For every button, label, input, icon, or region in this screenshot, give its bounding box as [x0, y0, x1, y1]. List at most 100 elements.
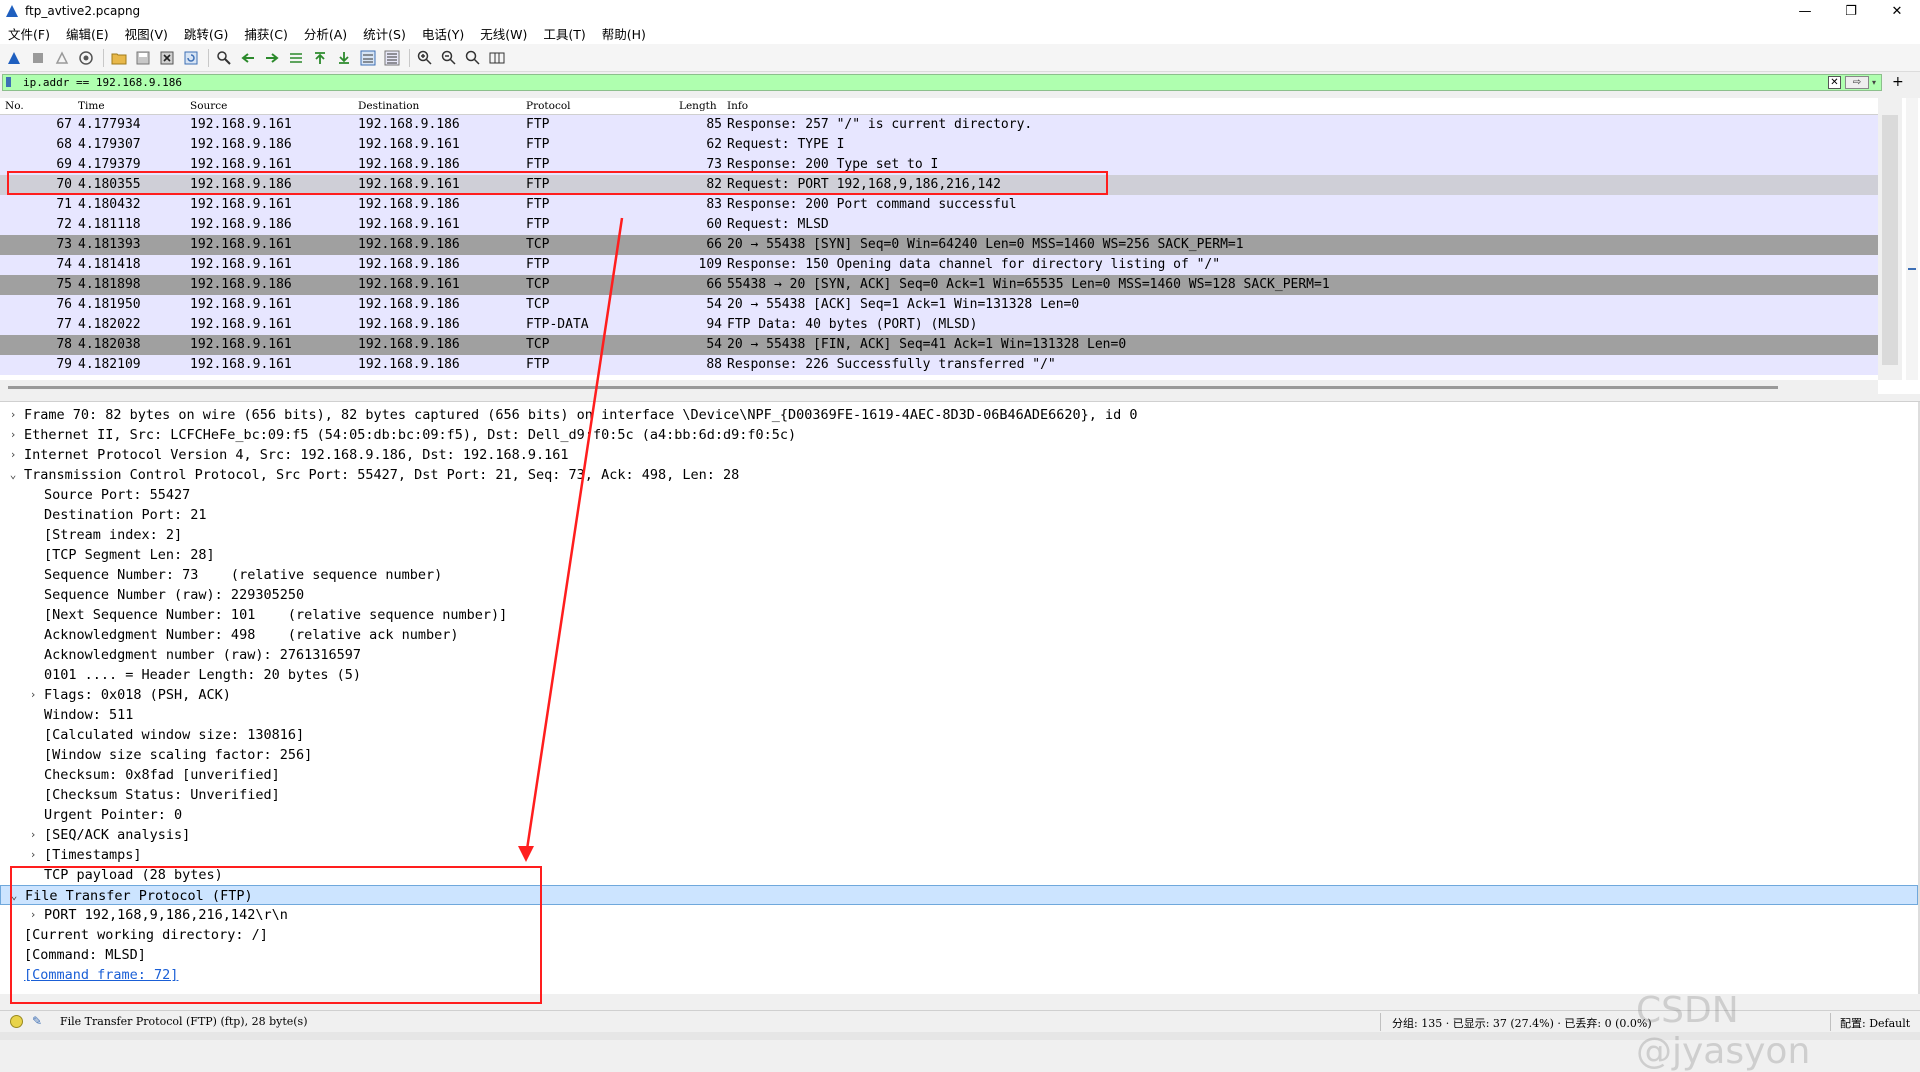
detail-tree-item[interactable]: Source Port: 55427 [0, 485, 1918, 505]
detail-tree-item[interactable]: › Internet Protocol Version 4, Src: 192.1… [0, 445, 1918, 465]
apply-filter-button[interactable]: ⇨ [1845, 76, 1869, 89]
packet-row[interactable]: 76 4.181950 192.168.9.161 192.168.9.186 TCP 5… [0, 295, 1878, 315]
go-forward-icon[interactable] [262, 48, 282, 68]
close-button[interactable]: ✕ [1874, 0, 1920, 22]
detail-tree-label: [Stream index: 2] [44, 527, 183, 543]
detail-tree-item[interactable]: Destination Port: 21 [0, 505, 1918, 525]
expand-arrow-icon[interactable]: › [26, 845, 40, 865]
packet-row[interactable]: 71 4.180432 192.168.9.161 192.168.9.186 FTP 8… [0, 195, 1878, 215]
detail-tree-item[interactable]: ⌄ Transmission Control Protocol, Src Port… [0, 465, 1918, 485]
detail-tree-item[interactable]: › Ethernet II, Src: LCFCHeFe_bc:09:f5 (54… [0, 425, 1918, 445]
detail-tree-item[interactable]: Window: 511 [0, 705, 1918, 725]
column-header-time[interactable]: Time [78, 100, 105, 112]
detail-tree-item[interactable]: [Next Sequence Number: 101 (relative seq… [0, 605, 1918, 625]
expand-arrow-icon[interactable]: › [26, 685, 40, 705]
go-first-packet-icon[interactable] [310, 48, 330, 68]
menu-capture[interactable]: 捕获(C) [236, 24, 295, 43]
packet-minimap[interactable] [1906, 98, 1918, 380]
filter-bookmark-icon[interactable] [6, 77, 11, 87]
detail-tree-item[interactable]: › [SEQ/ACK analysis] [0, 825, 1918, 845]
detail-tree-item[interactable]: Sequence Number: 73 (relative sequence n… [0, 565, 1918, 585]
detail-tree-item[interactable]: Sequence Number (raw): 229305250 [0, 585, 1918, 605]
menu-go[interactable]: 跳转(G) [176, 24, 236, 43]
detail-tree-item[interactable]: [Window size scaling factor: 256] [0, 745, 1918, 765]
column-header-protocol[interactable]: Protocol [526, 100, 571, 112]
go-last-packet-icon[interactable] [334, 48, 354, 68]
detail-tree-item[interactable]: Acknowledgment number (raw): 2761316597 [0, 645, 1918, 665]
packet-row[interactable]: 73 4.181393 192.168.9.161 192.168.9.186 TCP 6… [0, 235, 1878, 255]
go-back-icon[interactable] [238, 48, 258, 68]
detail-tree-item[interactable]: Urgent Pointer: 0 [0, 805, 1918, 825]
zoom-normal-icon[interactable] [463, 48, 483, 68]
packet-row[interactable]: 75 4.181898 192.168.9.186 192.168.9.161 TCP 6… [0, 275, 1878, 295]
expert-info-icon[interactable] [10, 1015, 23, 1028]
stop-capture-icon[interactable] [28, 48, 48, 68]
detail-tree-item[interactable]: Acknowledgment Number: 498 (relative ack… [0, 625, 1918, 645]
detail-tree-item[interactable]: [Calculated window size: 130816] [0, 725, 1918, 745]
column-header-source[interactable]: Source [190, 100, 227, 112]
save-file-icon[interactable] [133, 48, 153, 68]
packet-source: 192.168.9.186 [190, 277, 292, 292]
start-capture-icon[interactable] [4, 48, 24, 68]
go-to-packet-icon[interactable] [286, 48, 306, 68]
packet-list-scroll-thumb[interactable] [1882, 115, 1898, 365]
detail-tree-item[interactable]: › Frame 70: 82 bytes on wire (656 bits), … [0, 405, 1918, 425]
menu-help[interactable]: 帮助(H) [594, 24, 654, 43]
packet-list-hscrollbar[interactable] [0, 380, 1878, 394]
detail-tree-item[interactable]: Checksum: 0x8fad [unverified] [0, 765, 1918, 785]
packet-time: 4.182038 [78, 337, 141, 352]
clear-filter-icon[interactable]: ✕ [1828, 76, 1841, 89]
menu-view[interactable]: 视图(V) [117, 24, 176, 43]
packet-row[interactable]: 72 4.181118 192.168.9.186 192.168.9.161 FTP 6… [0, 215, 1878, 235]
packet-row[interactable]: 74 4.181418 192.168.9.161 192.168.9.186 FTP 1… [0, 255, 1878, 275]
packet-list-hscroll-thumb[interactable] [8, 386, 1778, 389]
filter-history-dropdown-icon[interactable]: ▾ [1872, 76, 1880, 89]
capture-comment-icon[interactable]: ✎ [32, 1014, 42, 1028]
zoom-in-icon[interactable] [415, 48, 435, 68]
detail-tree-item[interactable]: › Flags: 0x018 (PSH, ACK) [0, 685, 1918, 705]
auto-scroll-icon[interactable] [358, 48, 378, 68]
packet-row[interactable]: 79 4.182109 192.168.9.161 192.168.9.186 FTP 8… [0, 355, 1878, 375]
detail-tree-item[interactable]: › [Timestamps] [0, 845, 1918, 865]
close-file-icon[interactable] [157, 48, 177, 68]
packet-row[interactable]: 67 4.177934 192.168.9.161 192.168.9.186 FTP 8… [0, 115, 1878, 135]
column-header-destination[interactable]: Destination [358, 100, 419, 112]
expand-arrow-icon[interactable]: › [6, 425, 20, 445]
detail-tree-item[interactable]: [TCP Segment Len: 28] [0, 545, 1918, 565]
packet-row[interactable]: 78 4.182038 192.168.9.161 192.168.9.186 TCP 5… [0, 335, 1878, 355]
capture-options-icon[interactable] [76, 48, 96, 68]
menu-wireless[interactable]: 无线(W) [472, 24, 535, 43]
menu-edit[interactable]: 编辑(E) [58, 24, 117, 43]
menu-tools[interactable]: 工具(T) [535, 24, 593, 43]
column-header-length[interactable]: Length [679, 100, 717, 112]
detail-tree-item[interactable]: [Stream index: 2] [0, 525, 1918, 545]
packet-row[interactable]: 77 4.182022 192.168.9.161 192.168.9.186 FTP-… [0, 315, 1878, 335]
menu-file[interactable]: 文件(F) [0, 24, 58, 43]
expand-arrow-icon[interactable]: › [6, 405, 20, 425]
resize-columns-icon[interactable] [487, 48, 507, 68]
reload-file-icon[interactable] [181, 48, 201, 68]
packet-info: Response: 200 Port command successful [727, 197, 1017, 212]
column-header-info[interactable]: Info [727, 100, 748, 112]
display-filter-input[interactable]: ip.addr == 192.168.9.186 [2, 74, 1882, 91]
detail-tree-item[interactable]: 0101 .... = Header Length: 20 bytes (5) [0, 665, 1918, 685]
detail-tree-label: Window: 511 [44, 707, 134, 723]
find-packet-icon[interactable] [214, 48, 234, 68]
menu-analyze[interactable]: 分析(A) [296, 24, 355, 43]
zoom-out-icon[interactable] [439, 48, 459, 68]
column-header-no[interactable]: No. [5, 100, 24, 112]
open-file-icon[interactable] [109, 48, 129, 68]
add-filter-button[interactable]: + [1892, 74, 1904, 90]
minimize-button[interactable]: — [1782, 0, 1828, 22]
packet-row[interactable]: 68 4.179307 192.168.9.186 192.168.9.161 FTP 6… [0, 135, 1878, 155]
collapse-arrow-icon[interactable]: ⌄ [6, 465, 20, 485]
maximize-button[interactable]: ❐ [1828, 0, 1874, 22]
packet-source: 192.168.9.161 [190, 337, 292, 352]
colorize-icon[interactable] [382, 48, 402, 68]
expand-arrow-icon[interactable]: › [26, 825, 40, 845]
menu-telephony[interactable]: 电话(Y) [414, 24, 472, 43]
menu-statistics[interactable]: 统计(S) [355, 24, 414, 43]
detail-tree-item[interactable]: [Checksum Status: Unverified] [0, 785, 1918, 805]
restart-capture-icon[interactable] [52, 48, 72, 68]
expand-arrow-icon[interactable]: › [6, 445, 20, 465]
